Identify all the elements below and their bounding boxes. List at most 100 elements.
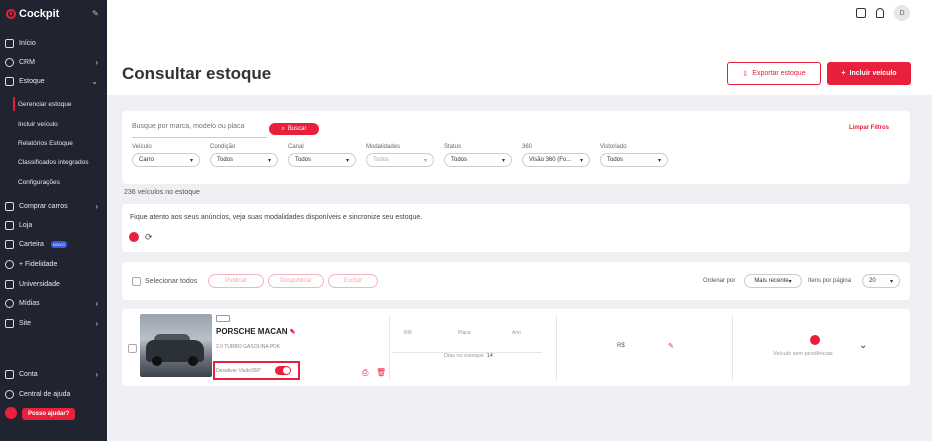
sidebar-item-loja[interactable]: Loja [5,218,102,232]
delete-button[interactable]: Excluir [328,274,378,288]
channel-icon[interactable] [129,232,139,242]
filter-select[interactable]: Todos ▾ [366,153,434,167]
v360-toggle[interactable] [275,366,291,375]
vehicle-checkbox[interactable] [128,344,137,353]
search-button[interactable]: ⌕ Buscar [269,123,319,135]
bell-icon[interactable] [876,8,884,18]
sidebar-item-carteira[interactable]: Carteira NOVO [5,237,102,251]
sidebar-item-label: Central de ajuda [19,390,71,398]
filter-select[interactable]: Visão 360 (Fo... ▾ [522,153,590,167]
select-all-checkbox[interactable] [132,277,141,286]
filter-select[interactable]: Todos ▾ [444,153,512,167]
unpublish-button[interactable]: Despublicar [268,274,324,288]
vehicle-photo[interactable] [140,314,212,377]
filter-select[interactable]: Todos ▾ [210,153,278,167]
search-input[interactable] [132,123,267,130]
stock-days-value: 14 [486,353,493,359]
select-all[interactable]: Selecionar todos [132,277,197,286]
pending-status: Veículo sem pendências [773,351,833,357]
year-label: Ano [512,330,521,336]
sidebar-item-comprar-carros[interactable]: Comprar carros › [5,199,102,213]
new-badge: NOVO [50,240,67,248]
search-button-label: Buscar [287,126,307,132]
crm-icon [5,57,14,67]
filter-360: 360 Visão 360 (Fo... ▾ [522,144,590,167]
sidebar: Cockpit ✎ Início CRM › Estoque ⌄ Gerenci… [0,0,107,441]
filter-select[interactable]: Todos ▾ [288,153,356,167]
edit-price-icon[interactable]: ✎ [668,342,674,350]
filter-value: Visão 360 (Fo... [529,157,572,163]
header: D Consultar estoque ⇩ Exportar estoque +… [107,0,932,95]
sidebar-item-crm[interactable]: CRM › [5,55,102,69]
vehicle-row: PORSCHE MACAN ✎ 2.0 TURBO GASOLINA PDK De… [122,309,910,386]
filter-value: Todos [373,157,390,163]
chevron-down-icon: ▾ [345,157,349,164]
sidebar-subitem-configuracoes[interactable]: Configurações [18,179,60,186]
order-select[interactable]: Mais recente ▾ [744,274,802,288]
photo-count-icon [216,315,230,322]
sidebar-subitem-relatorios[interactable]: Relatórios Estoque [18,140,73,147]
help-chat-button[interactable]: Posso ajudar? [22,408,76,420]
vehicle-name: PORSCHE MACAN ✎ [216,327,295,336]
sidebar-item-label: CRM [19,58,35,66]
filter-label: Status [444,144,462,150]
notice-panel: Fique atento aos seus anúncios, veja sua… [122,204,910,252]
sidebar-item-inicio[interactable]: Início [5,36,102,50]
plate-label: Placa [458,330,471,336]
filter-value: Todos [451,157,468,163]
export-stock-button[interactable]: ⇩ Exportar estoque [727,62,821,85]
column-divider [389,315,390,380]
filter-modalidades: Modalidades Todos ▾ [366,144,434,167]
account-icon [5,369,14,379]
sidebar-item-midias[interactable]: Mídias › [5,296,102,310]
chevron-down-icon: ▾ [579,157,583,164]
status-icon [810,335,820,345]
add-vehicle-button[interactable]: + Incluir veículo [827,62,911,85]
cart-icon [5,220,14,230]
app-logo[interactable]: Cockpit [6,8,59,20]
edit-icon[interactable]: ✎ [290,329,296,336]
sidebar-subitem-classificados[interactable]: Classificados integrados [18,159,88,166]
notice-text: Fique atento aos seus anúncios, veja sua… [130,214,423,221]
filter-select[interactable]: Carro ▾ [132,153,200,167]
help-icon [5,389,14,399]
clear-filters-link[interactable]: Limpar Filtros [849,125,889,131]
sidebar-item-estoque[interactable]: Estoque ⌄ [5,74,102,88]
cockpit-logo-icon [6,9,16,19]
filter-label: Modalidades [366,144,401,150]
per-page-label: Itens por página [808,278,852,284]
chat-icon[interactable] [856,8,866,18]
chevron-down-icon: ▾ [889,278,893,285]
chevron-down-icon: ▾ [423,157,427,164]
publish-button[interactable]: Publicar [208,274,264,288]
sidebar-item-conta[interactable]: Conta › [5,367,102,381]
per-page-select[interactable]: 20 ▾ [862,274,900,288]
assistant-icon[interactable] [5,407,17,419]
chevron-right-icon: › [95,318,98,328]
sidebar-subitem-incluir-veiculo[interactable]: Incluir veículo [18,121,58,128]
sidebar-item-fidelidade[interactable]: + Fidelidade [5,257,102,271]
list-toolbar: Selecionar todos Publicar Despublicar Ex… [122,262,910,300]
avatar[interactable]: D [894,5,910,21]
chevron-down-icon: ▾ [501,157,505,164]
stock-days-label: Dias no estoque [444,353,484,359]
vehicle-name-text: PORSCHE MACAN [216,327,288,336]
filter-value: Todos [217,157,234,163]
chevron-down-icon[interactable]: ⌄ [859,340,867,351]
sidebar-subitem-gerenciar-estoque[interactable]: Gerenciar estoque [18,101,71,108]
pin-icon[interactable]: ✎ [92,9,99,18]
trash-icon[interactable]: 🗑 [376,368,386,377]
km-label: KM [404,330,412,336]
sidebar-item-central-ajuda[interactable]: Central de ajuda [5,387,102,401]
car-icon [5,201,14,211]
sync-icon[interactable]: ⟳ [145,232,153,243]
sidebar-item-label: Loja [19,221,33,229]
app-name: Cockpit [19,8,60,20]
print-icon[interactable]: ⎙ [362,368,368,378]
site-icon [5,318,14,328]
sidebar-item-universidade[interactable]: Universidade [5,277,102,291]
column-divider [732,315,733,380]
top-icons: D [856,5,910,21]
sidebar-item-site[interactable]: Site › [5,316,102,330]
filter-select[interactable]: Todos ▾ [600,153,668,167]
